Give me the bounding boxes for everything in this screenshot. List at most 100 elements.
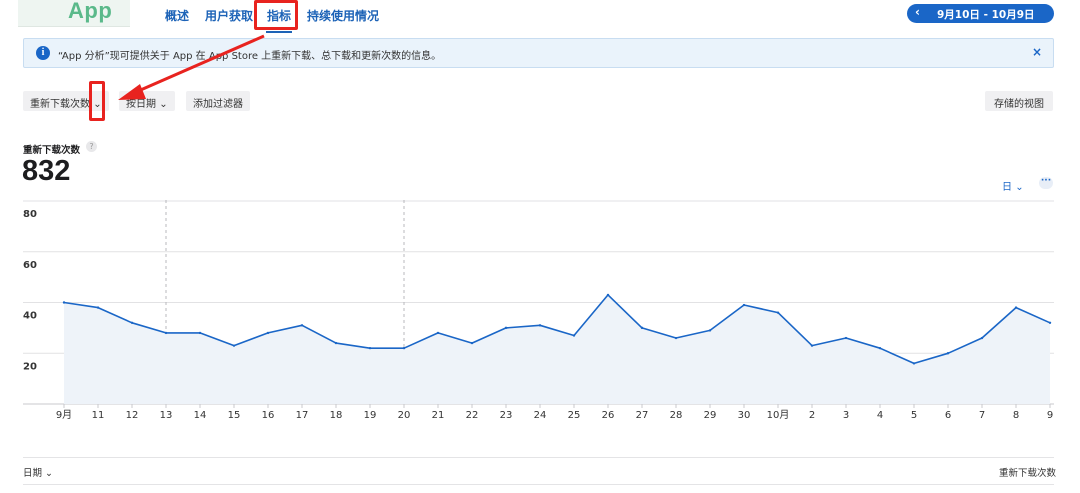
data-point xyxy=(470,341,474,345)
x-tick-label: 4 xyxy=(877,410,883,421)
granularity-select[interactable]: 日 ⌄ xyxy=(1002,178,1024,193)
x-tick-label: 6 xyxy=(945,410,951,421)
info-banner: i “App 分析”现可提供关于 App 在 App Store 上重新下载、总… xyxy=(23,38,1054,68)
y-tick-label: 60 xyxy=(23,260,37,271)
x-tick-label: 16 xyxy=(262,410,275,421)
group-by-select[interactable]: 按日期 ⌄ xyxy=(119,91,175,111)
data-point xyxy=(266,331,270,335)
data-point xyxy=(1048,321,1052,324)
data-point xyxy=(62,301,66,304)
data-point xyxy=(810,344,814,347)
help-icon[interactable]: ? xyxy=(86,141,97,152)
annotation-box-metric-dropdown xyxy=(89,81,105,121)
x-tick-label: 10月 xyxy=(767,409,790,421)
x-tick-label: 3 xyxy=(843,410,849,421)
x-tick-label: 27 xyxy=(636,410,649,421)
x-tick-label: 14 xyxy=(194,410,207,421)
app-logo-text: App xyxy=(68,0,113,23)
chevron-left-icon[interactable]: ‹ xyxy=(915,5,920,19)
x-tick-label: 26 xyxy=(602,410,615,421)
x-tick-label: 29 xyxy=(704,410,717,421)
data-point xyxy=(674,336,678,340)
data-point xyxy=(96,306,100,309)
data-point xyxy=(1014,306,1018,309)
y-tick-label: 80 xyxy=(23,209,37,220)
data-point xyxy=(198,331,202,335)
data-point xyxy=(504,326,508,330)
data-point xyxy=(334,341,338,345)
group-by-label: 按日期 xyxy=(126,99,156,110)
chevron-down-icon: ⌄ xyxy=(1015,182,1024,193)
data-point xyxy=(844,336,848,340)
data-point xyxy=(538,324,542,327)
info-icon: i xyxy=(36,46,50,60)
metric-total: 832 xyxy=(22,155,71,187)
date-range-label: 9月10日 - 10月9日 xyxy=(937,9,1035,21)
x-tick-label: 28 xyxy=(670,410,683,421)
x-tick-label: 9月 xyxy=(56,409,72,421)
series-area xyxy=(64,294,1050,404)
x-tick-label: 22 xyxy=(466,410,479,421)
x-tick-label: 7 xyxy=(979,410,985,421)
more-options-icon[interactable]: ··· xyxy=(1039,177,1053,189)
divider xyxy=(23,484,1054,485)
y-tick-label: 40 xyxy=(23,311,37,322)
x-tick-label: 13 xyxy=(160,410,173,421)
saved-views-button[interactable]: 存储的视图 xyxy=(985,91,1053,111)
redownloads-chart[interactable]: 204060809月 11 12 13 14 15 16 17 18 19 20 21 22 23 24 25… xyxy=(0,195,1080,430)
metric-column-header[interactable]: 重新下载次数 xyxy=(999,465,1056,479)
data-point xyxy=(708,329,712,332)
x-tick-label: 12 xyxy=(126,410,139,421)
metric-select-label: 重新下载次数 xyxy=(30,99,90,110)
banner-message: “App 分析”现可提供关于 App 在 App Store 上重新下载、总下载… xyxy=(58,51,442,62)
x-tick-label: 9 xyxy=(1047,410,1053,421)
granularity-label: 日 xyxy=(1002,182,1012,193)
tab-acquisition[interactable]: 用户获取 xyxy=(205,7,253,24)
data-point xyxy=(402,346,406,350)
chevron-down-icon: ⌄ xyxy=(45,468,54,479)
x-tick-label: 23 xyxy=(500,410,513,421)
metric-title: 重新下载次数 xyxy=(23,145,81,156)
x-tick-label: 25 xyxy=(568,410,581,421)
y-tick-label: 20 xyxy=(23,361,37,372)
x-tick-label: 5 xyxy=(911,410,917,421)
data-point xyxy=(300,324,304,327)
x-tick-label: 15 xyxy=(228,410,241,421)
data-point xyxy=(130,321,134,324)
data-point xyxy=(606,293,610,297)
data-point xyxy=(640,326,644,330)
x-tick-label: 17 xyxy=(296,410,309,421)
active-tab-indicator xyxy=(266,31,292,33)
date-range-button[interactable]: ‹ 9月10日 - 10月9日 xyxy=(907,4,1054,23)
data-point xyxy=(946,352,950,355)
data-point xyxy=(912,362,916,365)
x-tick-label: 11 xyxy=(92,410,105,421)
app-logo: App xyxy=(18,0,130,27)
x-tick-label: 21 xyxy=(432,410,445,421)
close-icon[interactable]: × xyxy=(1032,45,1042,59)
tab-overview[interactable]: 概述 xyxy=(165,7,189,24)
add-filter-label: 添加过滤器 xyxy=(193,99,243,110)
x-tick-label: 18 xyxy=(330,410,343,421)
date-column-header[interactable]: 日期 ⌄ xyxy=(23,465,53,479)
x-tick-label: 2 xyxy=(809,410,815,421)
data-point xyxy=(878,346,882,350)
data-point xyxy=(572,334,576,337)
saved-views-label: 存储的视图 xyxy=(994,99,1044,110)
x-tick-label: 19 xyxy=(364,410,377,421)
data-point xyxy=(742,303,746,307)
tab-retention[interactable]: 持续使用情况 xyxy=(307,7,379,24)
x-tick-label: 24 xyxy=(534,410,547,421)
data-point xyxy=(436,331,440,335)
data-point xyxy=(980,336,984,340)
divider xyxy=(23,457,1054,458)
data-point xyxy=(232,344,236,347)
data-point xyxy=(776,311,780,314)
add-filter-button[interactable]: 添加过滤器 xyxy=(186,91,250,111)
x-tick-label: 30 xyxy=(738,410,751,421)
x-tick-label: 20 xyxy=(398,410,411,421)
date-column-label: 日期 xyxy=(23,468,43,479)
data-point xyxy=(164,331,168,335)
chevron-down-icon: ⌄ xyxy=(159,99,168,110)
data-point xyxy=(368,346,372,350)
